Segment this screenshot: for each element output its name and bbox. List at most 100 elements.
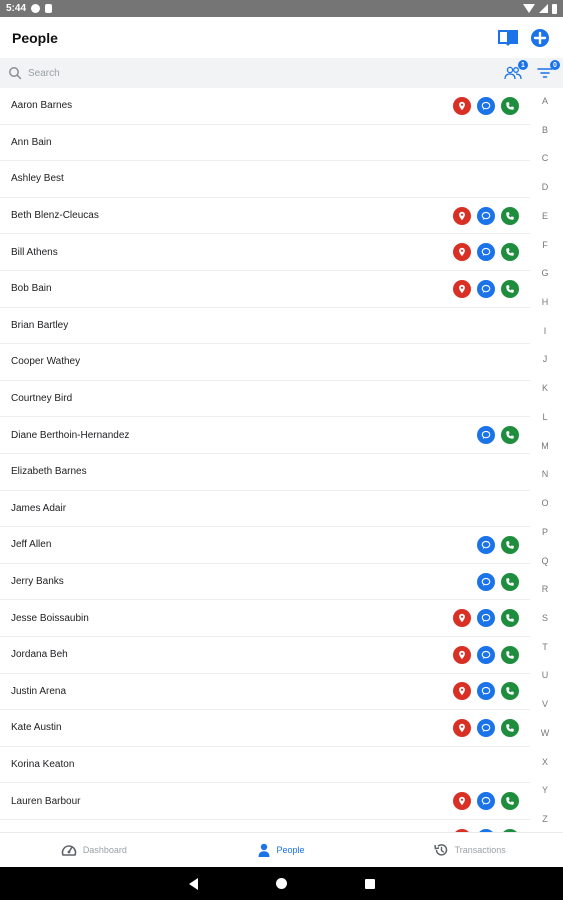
alphabet-letter[interactable]: Z bbox=[542, 813, 548, 825]
contact-row[interactable]: Justin Arena bbox=[0, 674, 530, 711]
call-button[interactable] bbox=[501, 243, 519, 262]
call-button[interactable] bbox=[501, 718, 519, 737]
chat-bubble-icon bbox=[481, 101, 491, 111]
message-button[interactable] bbox=[477, 645, 495, 664]
call-button[interactable] bbox=[501, 682, 519, 701]
message-button[interactable] bbox=[477, 279, 495, 298]
alphabet-index[interactable]: A B C D E F G H I J K L M N O P Q R S T U V W X Y Z bbox=[533, 95, 557, 825]
message-button[interactable] bbox=[477, 96, 495, 115]
back-icon[interactable] bbox=[188, 877, 198, 890]
contact-row[interactable]: Jerry Banks bbox=[0, 564, 530, 601]
message-button[interactable] bbox=[477, 243, 495, 262]
call-button[interactable] bbox=[501, 426, 519, 445]
message-button[interactable] bbox=[477, 206, 495, 225]
system-navigation-bar bbox=[0, 867, 563, 900]
message-button[interactable] bbox=[477, 535, 495, 554]
contact-row[interactable]: Ashley Best bbox=[0, 161, 530, 198]
location-button[interactable] bbox=[453, 243, 471, 262]
location-button[interactable] bbox=[453, 279, 471, 298]
alphabet-letter[interactable]: R bbox=[542, 583, 549, 595]
contact-row[interactable]: Beth Blenz-Cleucas bbox=[0, 198, 530, 235]
alphabet-letter[interactable]: K bbox=[542, 382, 548, 394]
contact-row[interactable]: Aaron Barnes bbox=[0, 88, 530, 125]
alphabet-letter[interactable]: D bbox=[542, 181, 549, 193]
alphabet-letter[interactable]: L bbox=[542, 411, 547, 423]
alphabet-letter[interactable]: S bbox=[542, 612, 548, 624]
contact-actions bbox=[453, 535, 519, 554]
nav-transactions[interactable]: Transactions bbox=[375, 843, 563, 857]
contact-row[interactable]: Bob Bain bbox=[0, 271, 530, 308]
alphabet-letter[interactable]: C bbox=[542, 152, 549, 164]
alphabet-letter[interactable]: G bbox=[541, 267, 548, 279]
message-button[interactable] bbox=[477, 718, 495, 737]
alphabet-letter[interactable]: X bbox=[542, 756, 548, 768]
address-book-button[interactable] bbox=[497, 27, 519, 49]
call-button[interactable] bbox=[501, 535, 519, 554]
nav-dashboard[interactable]: Dashboard bbox=[0, 843, 188, 857]
alphabet-letter[interactable]: J bbox=[543, 353, 548, 365]
contact-row[interactable]: Elizabeth Barnes bbox=[0, 454, 530, 491]
contact-row[interactable]: Ann Bain bbox=[0, 125, 530, 162]
alphabet-letter[interactable]: H bbox=[542, 296, 549, 308]
contact-row[interactable]: Korina Keaton bbox=[0, 747, 530, 784]
call-button[interactable] bbox=[501, 572, 519, 591]
nav-people[interactable]: People bbox=[188, 843, 376, 857]
message-button[interactable] bbox=[477, 792, 495, 811]
location-button[interactable] bbox=[453, 718, 471, 737]
contact-row[interactable]: Kate Austin bbox=[0, 710, 530, 747]
location-button[interactable] bbox=[453, 609, 471, 628]
home-icon[interactable] bbox=[275, 878, 287, 889]
alphabet-letter[interactable]: O bbox=[541, 497, 548, 509]
message-button[interactable] bbox=[477, 572, 495, 591]
contact-row[interactable]: Brian Bartley bbox=[0, 308, 530, 345]
filter-button[interactable]: 0 bbox=[535, 60, 560, 82]
call-button[interactable] bbox=[501, 96, 519, 115]
call-button[interactable] bbox=[501, 279, 519, 298]
contact-row[interactable]: Diane Berthoin-Hernandez bbox=[0, 417, 530, 454]
contact-row[interactable]: Jordana Beh bbox=[0, 637, 530, 674]
alphabet-letter[interactable]: F bbox=[542, 239, 548, 251]
message-button[interactable] bbox=[477, 682, 495, 701]
location-button[interactable] bbox=[453, 96, 471, 115]
location-pin-icon bbox=[457, 686, 467, 696]
contact-row[interactable]: Jesse Boissaubin bbox=[0, 600, 530, 637]
call-button[interactable] bbox=[501, 206, 519, 225]
alphabet-letter[interactable]: I bbox=[544, 325, 547, 337]
alphabet-letter[interactable]: Q bbox=[541, 555, 548, 567]
contact-row[interactable]: Courtney Bird bbox=[0, 381, 530, 418]
location-button[interactable] bbox=[453, 682, 471, 701]
location-button[interactable] bbox=[453, 645, 471, 664]
alphabet-letter[interactable]: T bbox=[542, 641, 548, 653]
alphabet-letter[interactable]: U bbox=[542, 669, 549, 681]
people-filter-button[interactable]: 1 bbox=[503, 60, 528, 82]
alphabet-letter[interactable]: A bbox=[542, 95, 548, 107]
add-person-button[interactable] bbox=[529, 27, 551, 49]
location-button[interactable] bbox=[453, 206, 471, 225]
alphabet-letter[interactable]: E bbox=[542, 210, 548, 222]
location-button[interactable] bbox=[453, 792, 471, 811]
contact-row[interactable]: James Adair bbox=[0, 491, 530, 528]
contact-row[interactable]: Lauren Barbour bbox=[0, 783, 530, 820]
alphabet-letter[interactable]: W bbox=[541, 727, 550, 739]
plus-circle-icon bbox=[531, 28, 549, 47]
alphabet-letter[interactable]: V bbox=[542, 698, 548, 710]
alphabet-letter[interactable]: N bbox=[542, 468, 549, 480]
alphabet-letter[interactable]: B bbox=[542, 124, 548, 136]
call-button[interactable] bbox=[501, 645, 519, 664]
alphabet-letter[interactable]: P bbox=[542, 526, 548, 538]
chat-bubble-icon bbox=[481, 540, 491, 550]
recent-apps-icon[interactable] bbox=[364, 878, 375, 889]
alphabet-letter[interactable]: Y bbox=[542, 784, 548, 796]
search-input[interactable] bbox=[28, 67, 328, 79]
contact-row[interactable]: Jeff Allen bbox=[0, 527, 530, 564]
message-button[interactable] bbox=[477, 609, 495, 628]
alphabet-letter[interactable]: M bbox=[541, 440, 549, 452]
call-button[interactable] bbox=[501, 609, 519, 628]
contact-row[interactable]: Bill Athens bbox=[0, 234, 530, 271]
contact-row[interactable]: Cooper Wathey bbox=[0, 344, 530, 381]
message-button[interactable] bbox=[477, 426, 495, 445]
call-button[interactable] bbox=[501, 792, 519, 811]
contact-row[interactable] bbox=[0, 820, 530, 832]
nav-label: Transactions bbox=[454, 845, 506, 855]
location-pin-icon bbox=[457, 796, 467, 806]
